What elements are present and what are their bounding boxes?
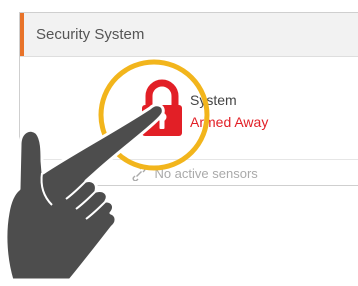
stage: Security System System Armed Away No act… xyxy=(0,0,358,286)
card-accent-bar xyxy=(20,13,24,56)
status-value: Armed Away xyxy=(190,114,269,130)
sensor-status-text: No active sensors xyxy=(154,166,258,182)
card-header: Security System xyxy=(20,13,358,57)
card-title: Security System xyxy=(36,26,145,43)
sensor-row: No active sensors xyxy=(132,165,258,185)
status-label: System xyxy=(190,92,237,108)
lock-icon[interactable] xyxy=(138,78,186,138)
link-icon xyxy=(132,166,146,182)
divider xyxy=(20,159,358,160)
security-system-card[interactable]: Security System System Armed Away No act… xyxy=(19,12,358,186)
